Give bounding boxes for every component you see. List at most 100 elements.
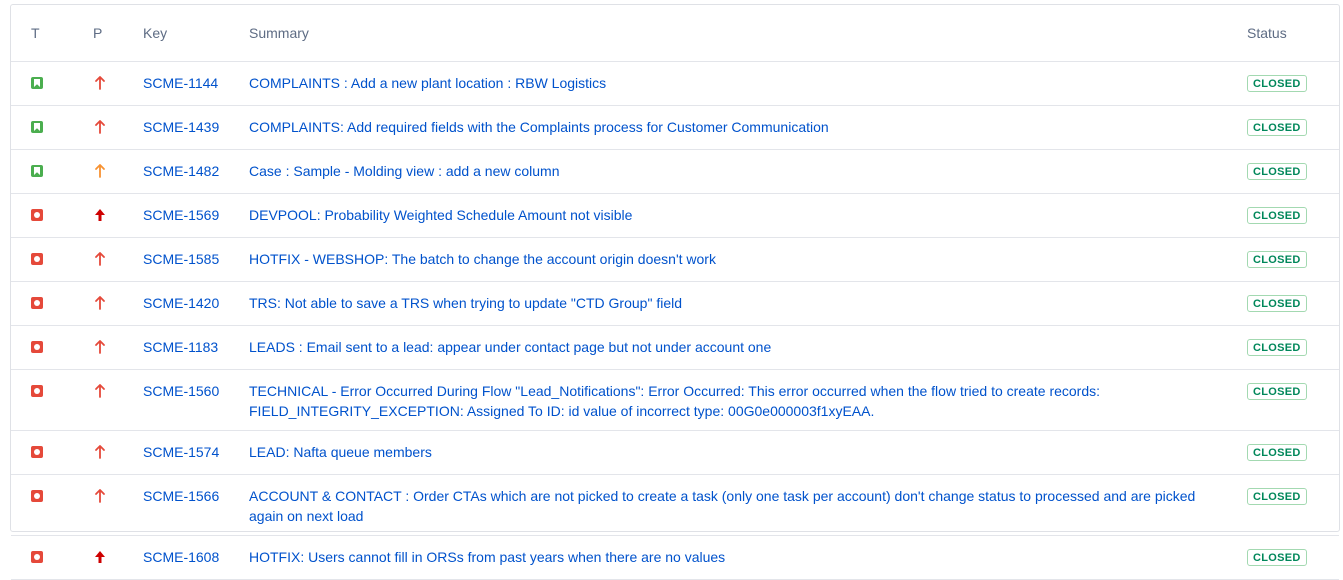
priority-cell: [93, 237, 143, 282]
summary-cell: ACCOUNT & CONTACT : Order CTAs which are…: [249, 474, 1247, 536]
key-cell: SCME-1183: [143, 325, 249, 370]
issue-key-link[interactable]: SCME-1144: [143, 73, 218, 93]
priority-cell: [93, 325, 143, 370]
status-cell: CLOSED: [1247, 369, 1339, 431]
summary-cell: COMPLAINTS: Add required fields with the…: [249, 105, 1247, 150]
priority-cell: [93, 149, 143, 194]
table-header-row: T P Key Summary Status: [11, 5, 1339, 62]
bug-icon: [31, 551, 43, 563]
status-cell: CLOSED: [1247, 237, 1339, 282]
issue-summary-link[interactable]: Case : Sample - Molding view : add a new…: [249, 161, 1247, 181]
column-header-type[interactable]: T: [11, 5, 93, 62]
status-cell: CLOSED: [1247, 325, 1339, 370]
table-row[interactable]: SCME-1560 TECHNICAL - Error Occurred Duri…: [11, 369, 1339, 431]
story-icon: [31, 77, 43, 89]
type-cell: [11, 430, 93, 475]
summary-cell: HOTFIX: Users cannot fill in ORSs from p…: [249, 535, 1247, 580]
issue-summary-link[interactable]: COMPLAINTS: Add required fields with the…: [249, 117, 1247, 137]
issue-summary-link[interactable]: COMPLAINTS : Add a new plant location : …: [249, 73, 1247, 93]
issue-summary-link[interactable]: TECHNICAL - Error Occurred During Flow "…: [249, 381, 1247, 421]
table-body: SCME-1144 COMPLAINTS : Add a new plant lo…: [11, 61, 1339, 580]
issue-summary-link[interactable]: HOTFIX - WEBSHOP: The batch to change th…: [249, 249, 1247, 269]
type-cell: [11, 61, 93, 106]
priority-high-icon: [95, 296, 105, 310]
priority-cell: [93, 474, 143, 536]
priority-medium-icon: [95, 164, 105, 178]
bug-icon: [31, 297, 43, 309]
issue-key-link[interactable]: SCME-1566: [143, 486, 219, 506]
table-row[interactable]: SCME-1482 Case : Sample - Molding view : …: [11, 149, 1339, 194]
status-badge: CLOSED: [1247, 444, 1307, 461]
issue-key-link[interactable]: SCME-1482: [143, 161, 219, 181]
table-row[interactable]: SCME-1144 COMPLAINTS : Add a new plant lo…: [11, 61, 1339, 106]
status-cell: CLOSED: [1247, 430, 1339, 475]
type-cell: [11, 149, 93, 194]
table-row[interactable]: SCME-1420 TRS: Not able to save a TRS whe…: [11, 281, 1339, 326]
table-row[interactable]: SCME-1566 ACCOUNT & CONTACT : Order CTAs …: [11, 474, 1339, 536]
type-cell: [11, 281, 93, 326]
story-icon: [31, 121, 43, 133]
issue-summary-link[interactable]: LEADS : Email sent to a lead: appear und…: [249, 337, 1247, 357]
status-cell: CLOSED: [1247, 149, 1339, 194]
issue-key-link[interactable]: SCME-1569: [143, 205, 219, 225]
priority-cell: [93, 105, 143, 150]
issue-key-link[interactable]: SCME-1560: [143, 381, 219, 401]
issue-summary-link[interactable]: TRS: Not able to save a TRS when trying …: [249, 293, 1247, 313]
key-cell: SCME-1574: [143, 430, 249, 475]
type-cell: [11, 535, 93, 580]
table-row[interactable]: SCME-1439 COMPLAINTS: Add required fields…: [11, 105, 1339, 150]
summary-cell: TRS: Not able to save a TRS when trying …: [249, 281, 1247, 326]
bug-icon: [31, 385, 43, 397]
priority-high-icon: [95, 384, 105, 398]
bug-icon: [31, 209, 43, 221]
status-badge: CLOSED: [1247, 383, 1307, 400]
column-header-priority[interactable]: P: [93, 5, 143, 62]
status-cell: CLOSED: [1247, 193, 1339, 238]
column-header-key[interactable]: Key: [143, 5, 249, 62]
status-badge: CLOSED: [1247, 119, 1307, 136]
priority-cell: [93, 430, 143, 475]
issue-key-link[interactable]: SCME-1420: [143, 293, 219, 313]
table-row[interactable]: SCME-1569 DEVPOOL: Probability Weighted S…: [11, 193, 1339, 238]
summary-cell: COMPLAINTS : Add a new plant location : …: [249, 61, 1247, 106]
table-row[interactable]: SCME-1608 HOTFIX: Users cannot fill in OR…: [11, 535, 1339, 580]
table-row[interactable]: SCME-1574 LEAD: Nafta queue members CLOSED: [11, 430, 1339, 475]
issue-key-link[interactable]: SCME-1574: [143, 442, 219, 462]
issue-summary-link[interactable]: ACCOUNT & CONTACT : Order CTAs which are…: [249, 486, 1247, 526]
key-cell: SCME-1560: [143, 369, 249, 431]
issue-summary-link[interactable]: LEAD: Nafta queue members: [249, 442, 1247, 462]
bug-icon: [31, 341, 43, 353]
priority-cell: [93, 61, 143, 106]
summary-cell: TECHNICAL - Error Occurred During Flow "…: [249, 369, 1247, 431]
type-cell: [11, 474, 93, 536]
bug-icon: [31, 253, 43, 265]
status-badge: CLOSED: [1247, 75, 1307, 92]
table-row[interactable]: SCME-1585 HOTFIX - WEBSHOP: The batch to …: [11, 237, 1339, 282]
key-cell: SCME-1608: [143, 535, 249, 580]
issue-key-link[interactable]: SCME-1608: [143, 547, 219, 567]
issue-summary-link[interactable]: DEVPOOL: Probability Weighted Schedule A…: [249, 205, 1247, 225]
status-badge: CLOSED: [1247, 488, 1307, 505]
key-cell: SCME-1585: [143, 237, 249, 282]
issue-key-link[interactable]: SCME-1585: [143, 249, 219, 269]
bug-icon: [31, 446, 43, 458]
priority-high-icon: [95, 489, 105, 503]
issue-key-link[interactable]: SCME-1183: [143, 337, 218, 357]
issues-table: T P Key Summary Status SCME-1144 COMPLAIN…: [11, 5, 1339, 580]
summary-cell: DEVPOOL: Probability Weighted Schedule A…: [249, 193, 1247, 238]
status-cell: CLOSED: [1247, 535, 1339, 580]
issue-key-link[interactable]: SCME-1439: [143, 117, 219, 137]
status-badge: CLOSED: [1247, 251, 1307, 268]
column-header-summary[interactable]: Summary: [249, 5, 1247, 62]
status-cell: CLOSED: [1247, 105, 1339, 150]
status-badge: CLOSED: [1247, 163, 1307, 180]
priority-high-icon: [95, 252, 105, 266]
issue-summary-link[interactable]: HOTFIX: Users cannot fill in ORSs from p…: [249, 547, 1247, 567]
priority-cell: [93, 281, 143, 326]
column-header-status[interactable]: Status: [1247, 5, 1339, 62]
story-icon: [31, 165, 43, 177]
type-cell: [11, 325, 93, 370]
status-badge: CLOSED: [1247, 549, 1307, 566]
type-cell: [11, 193, 93, 238]
table-row[interactable]: SCME-1183 LEADS : Email sent to a lead: a…: [11, 325, 1339, 370]
